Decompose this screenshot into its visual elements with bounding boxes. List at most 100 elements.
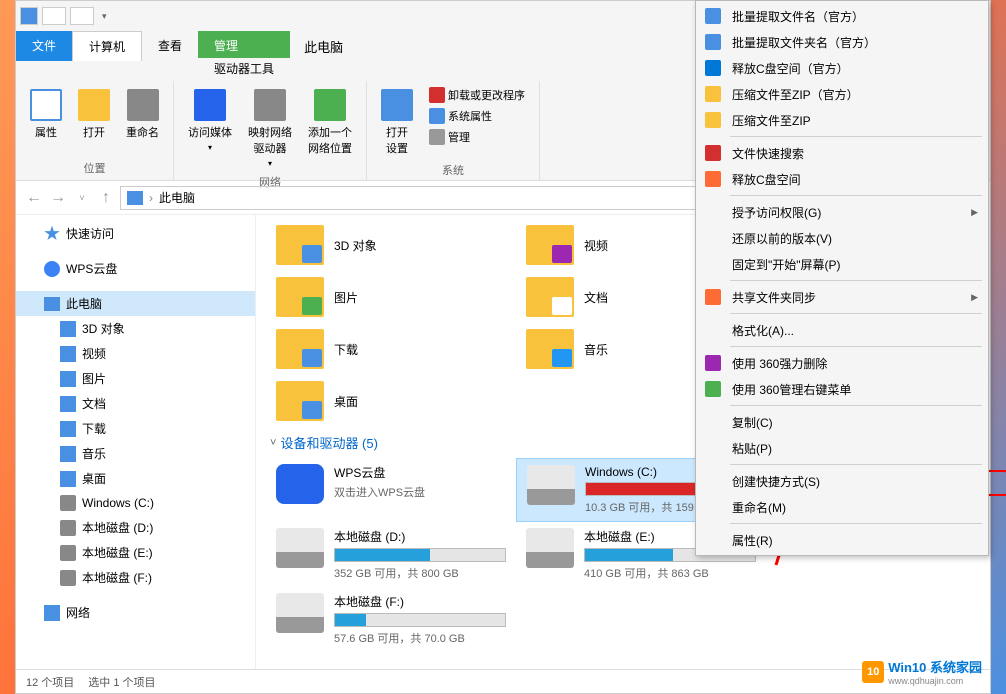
nav-network[interactable]: 网络 (16, 600, 255, 625)
tab-computer[interactable]: 计算机 (72, 31, 142, 61)
menu-separator (730, 346, 982, 347)
menu-item-icon (704, 321, 722, 339)
menu-separator (730, 136, 982, 137)
menu-item[interactable]: 释放C盘空间 (698, 166, 986, 192)
nav-item[interactable]: 图片 (16, 366, 255, 391)
folder-item[interactable]: 桌面 (266, 375, 516, 427)
menu-separator (730, 464, 982, 465)
menu-item-icon (704, 229, 722, 247)
manage-button[interactable]: 管理 (423, 127, 531, 147)
nav-up-icon[interactable]: ↑ (96, 188, 116, 208)
status-bar: 12 个项目 选中 1 个项目 (16, 669, 990, 693)
qat-dropdown[interactable]: ▾ (98, 11, 111, 22)
menu-item-icon (704, 170, 722, 188)
menu-item[interactable]: 压缩文件至ZIP (698, 107, 986, 133)
nav-item[interactable]: 音乐 (16, 441, 255, 466)
menu-separator (730, 523, 982, 524)
nav-item[interactable]: Windows (C:) (16, 491, 255, 515)
open-settings-button[interactable]: 打开 设置 (375, 85, 419, 160)
drive-wps-cloud[interactable]: WPS云盘双击进入WPS云盘 (266, 458, 516, 522)
submenu-arrow-icon: ▶ (971, 207, 978, 218)
menu-item-icon (704, 531, 722, 549)
menu-item[interactable]: 授予访问权限(G)▶ (698, 199, 986, 225)
folder-icon (276, 381, 324, 421)
properties-button[interactable]: 属性 (24, 85, 68, 158)
menu-item[interactable]: 还原以前的版本(V) (698, 225, 986, 251)
drive-icon (276, 593, 324, 633)
menu-item[interactable]: 压缩文件至ZIP（官方） (698, 81, 986, 107)
nav-item[interactable]: 视频 (16, 341, 255, 366)
folder-icon (276, 329, 324, 369)
folder-item[interactable]: 下载 (266, 323, 516, 375)
menu-item-icon (704, 33, 722, 51)
menu-item-icon (704, 472, 722, 490)
folder-icon (276, 225, 324, 265)
access-media-button[interactable]: 访问媒体▾ (182, 85, 238, 172)
menu-item[interactable]: 批量提取文件名（官方） (698, 3, 986, 29)
nav-forward-icon[interactable]: → (48, 188, 68, 208)
group-system: 系统 (440, 160, 466, 180)
folder-icon (60, 471, 76, 487)
folder-item[interactable]: 图片 (266, 271, 516, 323)
menu-item[interactable]: 批量提取文件夹名（官方） (698, 29, 986, 55)
menu-item-icon (704, 59, 722, 77)
tab-drive-tools[interactable]: 驱动器工具 (198, 58, 290, 81)
qat-icon[interactable] (20, 7, 38, 25)
menu-item[interactable]: 使用 360强力删除 (698, 350, 986, 376)
nav-wps-cloud[interactable]: WPS云盘 (16, 256, 255, 281)
nav-item[interactable]: 本地磁盘 (D:) (16, 515, 255, 540)
nav-item[interactable]: 桌面 (16, 466, 255, 491)
map-drive-button[interactable]: 映射网络 驱动器▾ (242, 85, 298, 172)
folder-icon (60, 371, 76, 387)
menu-item-icon (704, 439, 722, 457)
status-item-count: 12 个项目 (26, 674, 74, 690)
drive-icon (60, 495, 76, 511)
menu-item[interactable]: 重命名(M) (698, 494, 986, 520)
nav-item[interactable]: 本地磁盘 (E:) (16, 540, 255, 565)
nav-quick-access[interactable]: 快速访问 (16, 221, 255, 246)
menu-separator (730, 405, 982, 406)
folder-icon (60, 396, 76, 412)
menu-item[interactable]: 释放C盘空间（官方） (698, 55, 986, 81)
menu-item-icon (704, 498, 722, 516)
menu-separator (730, 313, 982, 314)
nav-recent-icon[interactable]: ˅ (72, 188, 92, 208)
drive-item[interactable]: 本地磁盘 (F:)57.6 GB 可用，共 70.0 GB (266, 587, 516, 652)
nav-back-icon[interactable]: ← (24, 188, 44, 208)
menu-item[interactable]: 使用 360管理右键菜单 (698, 376, 986, 402)
menu-item[interactable]: 复制(C) (698, 409, 986, 435)
uninstall-button[interactable]: 卸载或更改程序 (423, 85, 531, 105)
menu-item[interactable]: 共享文件夹同步▶ (698, 284, 986, 310)
menu-item-icon (704, 7, 722, 25)
menu-item-icon (704, 380, 722, 398)
nav-item[interactable]: 3D 对象 (16, 316, 255, 341)
folder-icon (60, 346, 76, 362)
menu-item[interactable]: 文件快速搜索 (698, 140, 986, 166)
tab-view[interactable]: 查看 (142, 31, 198, 61)
rename-button[interactable]: 重命名 (120, 85, 165, 158)
tab-file[interactable]: 文件 (16, 31, 72, 61)
drive-icon (60, 570, 76, 586)
drive-item[interactable]: 本地磁盘 (D:)352 GB 可用，共 800 GB (266, 522, 516, 587)
add-network-location-button[interactable]: 添加一个 网络位置 (302, 85, 358, 172)
folder-icon (526, 329, 574, 369)
breadcrumb-item[interactable]: 此电脑 (159, 189, 195, 206)
nav-item[interactable]: 本地磁盘 (F:) (16, 565, 255, 590)
qat-btn[interactable] (70, 7, 94, 25)
qat-btn[interactable] (42, 7, 66, 25)
nav-this-pc[interactable]: 此电脑 (16, 291, 255, 316)
open-button[interactable]: 打开 (72, 85, 116, 158)
menu-item-icon (704, 111, 722, 129)
menu-separator (730, 280, 982, 281)
menu-item-icon (704, 413, 722, 431)
sysprops-button[interactable]: 系统属性 (423, 106, 531, 126)
menu-item[interactable]: 格式化(A)... (698, 317, 986, 343)
nav-item[interactable]: 下载 (16, 416, 255, 441)
menu-item[interactable]: 创建快捷方式(S) (698, 468, 986, 494)
menu-item[interactable]: 固定到"开始"屏幕(P) (698, 251, 986, 277)
drive-icon (60, 520, 76, 536)
menu-item[interactable]: 粘贴(P) (698, 435, 986, 461)
nav-item[interactable]: 文档 (16, 391, 255, 416)
menu-item[interactable]: 属性(R) (698, 527, 986, 553)
folder-item[interactable]: 3D 对象 (266, 219, 516, 271)
